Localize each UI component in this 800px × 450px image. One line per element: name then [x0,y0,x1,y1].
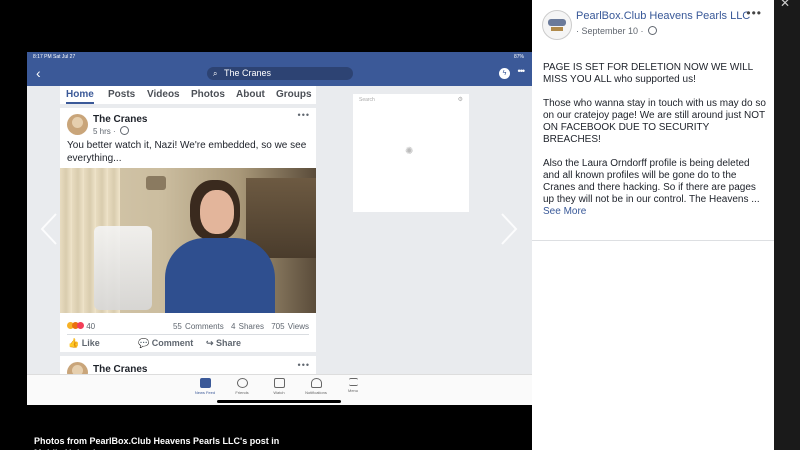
facebook-nav-bar: ‹ ⌕ The Cranes ϟ ••• [27,62,532,86]
side-search-pane: Search ⚙ ✺ [353,94,469,212]
video-person-face [200,190,234,234]
post-paragraph: PAGE IS SET FOR DELETION NOW WE WILL MIS… [543,62,753,85]
back-arrow-icon[interactable]: ‹ [36,65,41,81]
tab-notifications[interactable]: Notifications [304,378,328,395]
news-feed-icon [199,378,211,388]
home-indicator [217,400,341,403]
more-options-icon[interactable]: ••• [746,6,762,20]
post-paragraph: Also the Laura Orndorff profile is being… [543,158,760,205]
post-options-icon[interactable]: ••• [298,110,310,120]
video-person-body [165,238,275,313]
globe-icon [648,26,658,35]
tab-news-feed[interactable]: News Feed [193,378,217,395]
shares-count[interactable]: 4 Shares [231,322,264,331]
tab-home[interactable]: Home [66,86,94,104]
battery-level: 87% [513,54,524,60]
close-icon[interactable]: ✕ [780,0,790,10]
tab-menu[interactable]: Menu [341,378,365,393]
video-bag [94,226,152,310]
tab-about[interactable]: About [236,86,265,104]
video-lamp [146,176,166,190]
tab-friends[interactable]: Friends [230,378,254,395]
post-paragraph: Those who wanna stay in touch with us ma… [543,98,766,145]
post-date[interactable]: · September 10 · [576,26,658,36]
watch-icon [273,378,285,388]
search-icon: ⌕ [213,69,218,78]
photo-viewer-stage: 8:17 PM Sat Jul 27 87% ‹ ⌕ The Cranes ϟ … [0,0,532,450]
chevron-right-icon[interactable] [500,212,518,246]
page-name-link[interactable]: PearlBox.Club Heavens Pearls LLC [576,10,750,22]
page-avatar[interactable] [542,10,572,40]
like-button[interactable]: 👍 Like [68,338,100,349]
status-time: 8:17 PM Sat Jul 27 [33,54,76,60]
post-time: 5 hrs · [93,126,129,136]
menu-icon [348,378,358,386]
tab-groups[interactable]: Groups [276,86,312,104]
share-button[interactable]: ↪ Share [206,338,241,349]
avatar[interactable] [67,114,88,135]
tab-posts[interactable]: Posts [108,86,135,104]
gear-icon[interactable]: ⚙ [458,96,463,103]
post-text: You better watch it, Nazi! We're embedde… [67,140,307,164]
post-video[interactable] [60,168,316,313]
post-divider [67,334,309,335]
bell-icon [310,378,322,388]
messenger-icon[interactable]: ϟ [499,68,510,79]
tab-photos[interactable]: Photos [191,86,225,104]
search-bar[interactable]: ⌕ The Cranes [207,67,353,80]
friends-icon [236,378,248,388]
photo-caption[interactable]: Photos from PearlBox.Club Heavens Pearls… [34,435,294,450]
post-card: The Cranes 5 hrs · ••• You better watch … [60,108,316,352]
search-text: The Cranes [224,68,272,78]
reactions-summary[interactable]: 40 [67,322,95,331]
post-body: PAGE IS SET FOR DELETION NOW WE WILL MIS… [543,62,768,218]
comments-count[interactable]: 55 Comments [173,322,224,331]
comment-button[interactable]: 💬 Comment [138,338,193,349]
chevron-left-icon[interactable] [40,212,58,246]
status-bar: 8:17 PM Sat Jul 27 87% [27,52,532,62]
side-search-input[interactable]: Search [359,97,375,103]
panel-divider [532,240,774,241]
views-count: 705 Views [271,322,309,331]
loading-spinner-icon: ✺ [405,146,414,157]
post-info-panel: PearlBox.Club Heavens Pearls LLC · Septe… [532,0,774,450]
love-reaction-icon [77,322,84,329]
tab-watch[interactable]: Watch [267,378,291,395]
tab-videos[interactable]: Videos [147,86,180,104]
bottom-tab-bar: News Feed Friends Watch Notifications Me… [27,374,532,405]
see-more-link[interactable]: See More [543,206,586,217]
post-stats: 55 Comments 4 Shares 705 Views [169,322,309,331]
more-icon[interactable]: ••• [518,66,526,76]
globe-icon [119,126,129,135]
reactions-count: 40 [86,322,96,331]
post-author[interactable]: The Cranes [93,114,147,125]
page-tabs: Home Posts Videos Photos About Groups [60,86,316,104]
phone-screenshot: 8:17 PM Sat Jul 27 87% ‹ ⌕ The Cranes ϟ … [27,52,532,405]
post-options-icon[interactable]: ••• [298,360,310,370]
